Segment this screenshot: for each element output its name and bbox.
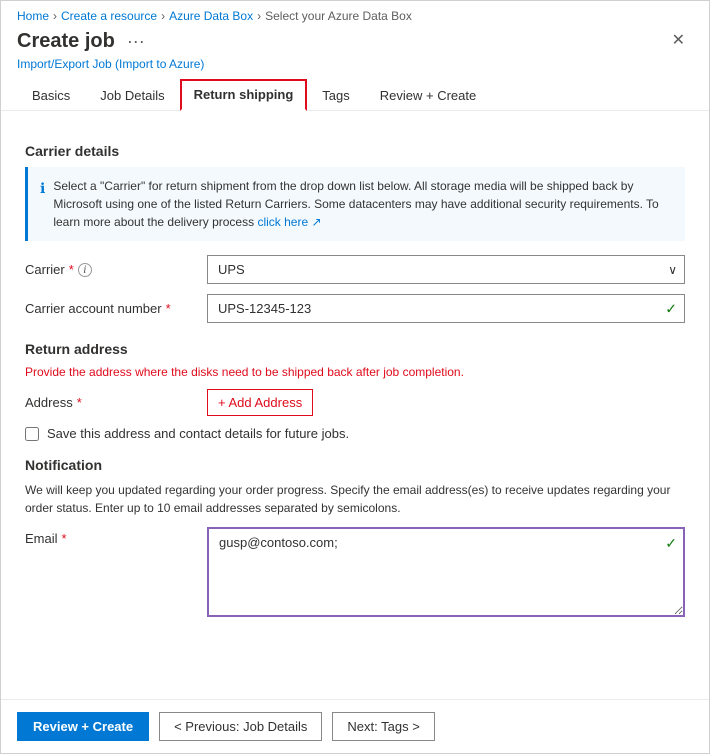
carrier-info-box: ℹ Select a "Carrier" for return shipment…	[25, 167, 685, 241]
save-address-checkbox[interactable]	[25, 427, 39, 441]
return-address-title: Return address	[25, 341, 685, 357]
account-valid-icon: ✓	[665, 300, 677, 317]
save-address-label: Save this address and contact details fo…	[47, 426, 349, 441]
content-area: Carrier details ℹ Select a "Carrier" for…	[1, 111, 709, 699]
address-required: *	[77, 395, 82, 410]
email-control: gusp@contoso.com; ✓	[207, 527, 685, 617]
notification-desc: We will keep you updated regarding your …	[25, 481, 685, 517]
account-required: *	[166, 301, 171, 316]
notification-section: Notification	[25, 457, 685, 473]
next-button[interactable]: Next: Tags >	[332, 712, 434, 741]
address-control: + Add Address	[207, 389, 685, 416]
carrier-control: UPS FedEx DHL ∨	[207, 255, 685, 284]
more-options-button[interactable]: ···	[123, 31, 149, 52]
page-title: Create job	[17, 30, 115, 53]
account-label: Carrier account number *	[25, 301, 195, 316]
email-row: Email * gusp@contoso.com; ✓	[25, 527, 685, 617]
tab-tags[interactable]: Tags	[307, 79, 364, 111]
email-required: *	[62, 531, 67, 546]
review-create-button[interactable]: Review + Create	[17, 712, 149, 741]
prev-button[interactable]: < Previous: Job Details	[159, 712, 322, 741]
carrier-label: Carrier * i	[25, 262, 195, 277]
carrier-row: Carrier * i UPS FedEx DHL ∨	[25, 255, 685, 284]
address-label: Address *	[25, 395, 195, 410]
header: Create job ··· ✕	[1, 23, 709, 57]
email-valid-icon: ✓	[665, 535, 677, 552]
account-input[interactable]	[207, 294, 685, 323]
tab-job-details[interactable]: Job Details	[85, 79, 179, 111]
email-textarea[interactable]: gusp@contoso.com;	[207, 527, 685, 617]
address-row: Address * + Add Address	[25, 389, 685, 416]
carrier-help-icon[interactable]: i	[78, 263, 92, 277]
carrier-required: *	[69, 262, 74, 277]
tab-review-create[interactable]: Review + Create	[365, 79, 491, 111]
carrier-select[interactable]: UPS FedEx DHL	[207, 255, 685, 284]
tabs-container: Basics Job Details Return shipping Tags …	[1, 79, 709, 111]
main-panel: Home › Create a resource › Azure Data Bo…	[0, 0, 710, 754]
notification-title: Notification	[25, 457, 685, 473]
footer: Review + Create < Previous: Job Details …	[1, 699, 709, 753]
account-row: Carrier account number * ✓	[25, 294, 685, 323]
carrier-info-text: Select a "Carrier" for return shipment f…	[53, 177, 673, 231]
page-subtitle: Import/Export Job (Import to Azure)	[1, 57, 709, 79]
breadcrumb-create-resource[interactable]: Create a resource	[61, 9, 157, 23]
click-here-link[interactable]: click here ↗	[257, 215, 321, 229]
breadcrumb-home[interactable]: Home	[17, 9, 49, 23]
add-address-button[interactable]: + Add Address	[207, 389, 313, 416]
return-address-section: Return address	[25, 341, 685, 357]
carrier-details-title: Carrier details	[25, 143, 685, 159]
breadcrumb: Home › Create a resource › Azure Data Bo…	[1, 1, 709, 23]
close-button[interactable]: ✕	[664, 29, 693, 53]
tab-basics[interactable]: Basics	[17, 79, 85, 111]
account-control: ✓	[207, 294, 685, 323]
return-address-desc: Provide the address where the disks need…	[25, 365, 685, 379]
breadcrumb-select-data-box: Select your Azure Data Box	[265, 9, 412, 23]
email-label: Email *	[25, 527, 195, 546]
tab-return-shipping[interactable]: Return shipping	[180, 79, 308, 111]
info-icon: ℹ	[40, 178, 45, 199]
carrier-details-section: Carrier details	[25, 143, 685, 159]
breadcrumb-azure-data-box[interactable]: Azure Data Box	[169, 9, 253, 23]
save-address-row: Save this address and contact details fo…	[25, 426, 685, 441]
